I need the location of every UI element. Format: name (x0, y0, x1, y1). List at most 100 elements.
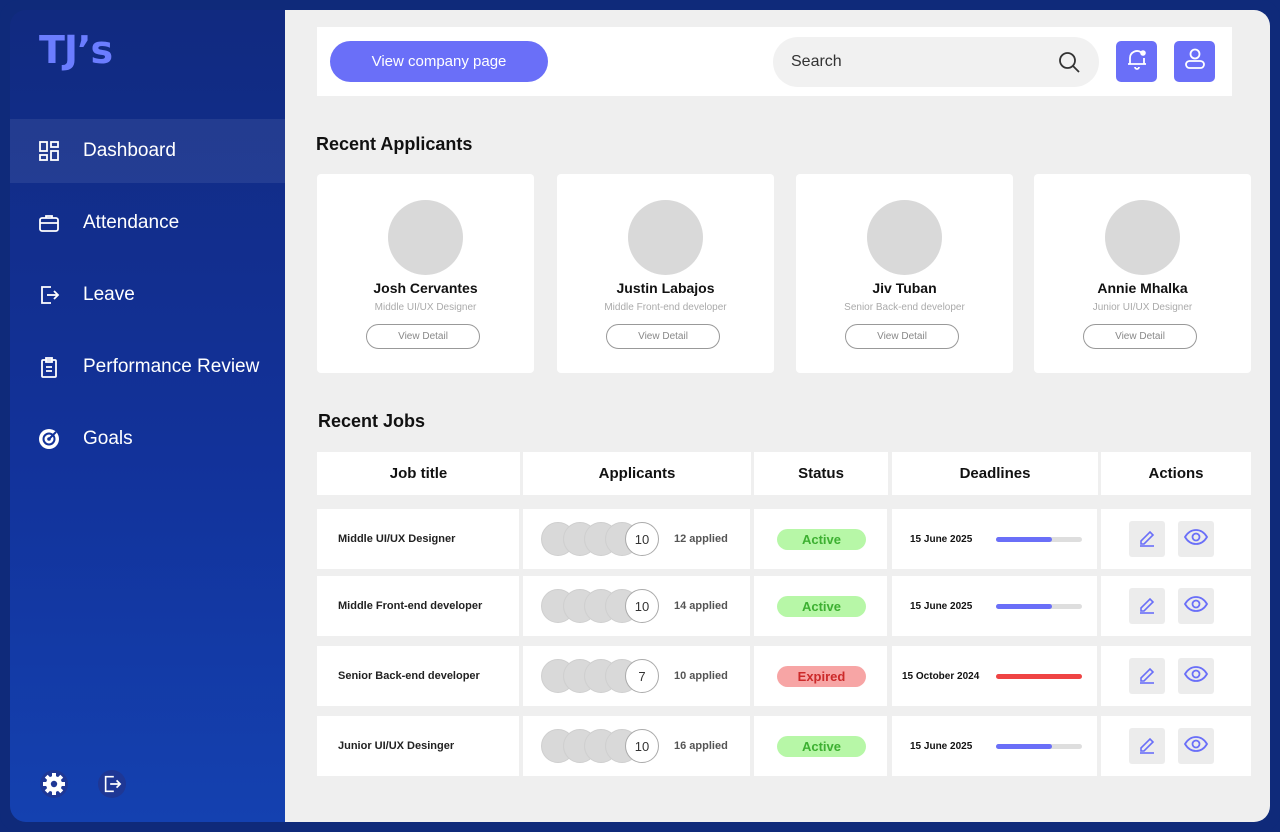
view-detail-button[interactable]: View Detail (1083, 324, 1197, 349)
search-input[interactable] (791, 50, 1041, 74)
sidebar-item-leave[interactable]: Leave (10, 263, 285, 327)
applicant-card: Annie Mhalka Junior UI/UX Designer View … (1034, 174, 1251, 373)
applicant-role: Middle Front-end developer (604, 302, 727, 313)
table-row: Junior UI/UX Desinger 10 16 applied Acti… (285, 716, 1270, 776)
deadline-progress-bar (996, 603, 1082, 609)
applicant-name: Jiv Tuban (872, 280, 937, 296)
applicant-avatars: 10 (541, 522, 661, 556)
applicant-card: Justin Labajos Middle Front-end develope… (557, 174, 774, 373)
view-detail-button[interactable]: View Detail (366, 324, 480, 349)
sidebar-item-label: Attendance (83, 212, 180, 233)
applicant-avatars: 10 (541, 729, 661, 763)
gear-icon[interactable] (40, 770, 68, 798)
status-cell: Active (754, 576, 887, 636)
status-cell: Active (754, 509, 887, 569)
search-icon[interactable] (1057, 50, 1081, 74)
target-icon (38, 428, 60, 450)
profile-button[interactable] (1174, 41, 1215, 82)
view-button[interactable] (1178, 521, 1214, 557)
applicant-count: 10 (625, 729, 659, 763)
status-badge: Active (777, 528, 866, 550)
clipboard-icon (38, 356, 60, 378)
top-bar: View company page (317, 27, 1232, 96)
applicants-cell: 7 10 applied (523, 646, 750, 706)
view-company-page-button[interactable]: View company page (330, 41, 548, 82)
applied-count: 16 applied (674, 740, 728, 752)
eye-icon (1183, 734, 1209, 759)
pencil-icon (1137, 734, 1157, 759)
bell-icon (1124, 46, 1150, 77)
deadline-date: 15 October 2024 (902, 670, 980, 682)
deadline-progress-fill (996, 673, 1082, 679)
job-title: Middle Front-end developer (338, 600, 483, 612)
sidebar-item-attendance[interactable]: Attendance (10, 191, 285, 255)
sidebar-item-performance-review[interactable]: Performance Review (10, 335, 285, 399)
sidebar-nav: Dashboard Attendance Leave Performance R… (10, 119, 285, 479)
table-row: Senior Back-end developer 7 10 applied E… (285, 646, 1270, 706)
applied-count: 12 applied (674, 533, 728, 545)
deadline-date: 15 June 2025 (910, 740, 973, 752)
dashboard-icon (38, 140, 60, 162)
applicant-role: Middle UI/UX Designer (374, 302, 477, 313)
sidebar-footer (40, 770, 126, 798)
status-badge: Active (777, 735, 866, 757)
edit-button[interactable] (1129, 658, 1165, 694)
edit-button[interactable] (1129, 521, 1165, 557)
deadline-progress-fill (996, 536, 1052, 542)
sidebar-item-label: Leave (83, 284, 135, 305)
edit-button[interactable] (1129, 588, 1165, 624)
applied-count: 14 applied (674, 600, 728, 612)
view-button[interactable] (1178, 588, 1214, 624)
job-title: Middle UI/UX Designer (338, 533, 456, 545)
view-detail-button[interactable]: View Detail (845, 324, 959, 349)
deadline-date: 15 June 2025 (910, 533, 973, 545)
applicant-card: Jiv Tuban Senior Back-end developer View… (796, 174, 1013, 373)
sidebar-item-dashboard[interactable]: Dashboard (10, 119, 285, 183)
table-row: Middle UI/UX Designer 10 12 applied Acti… (285, 509, 1270, 569)
job-title-cell: Middle Front-end developer (317, 576, 519, 636)
sidebar-item-label: Performance Review (83, 356, 260, 377)
status-cell: Active (754, 716, 887, 776)
table-row: Middle Front-end developer 10 14 applied… (285, 576, 1270, 636)
deadline-cell: 15 October 2024 (892, 646, 1097, 706)
app-frame: TJ’s Dashboard Attendance Leave Performa… (0, 0, 1280, 832)
avatar (867, 200, 942, 275)
avatar (1105, 200, 1180, 275)
status-badge: Active (777, 595, 866, 617)
notifications-button[interactable] (1116, 41, 1157, 82)
status-cell: Expired (754, 646, 887, 706)
view-detail-button[interactable]: View Detail (606, 324, 720, 349)
column-header-status: Status (754, 452, 888, 495)
logout-icon[interactable] (98, 770, 126, 798)
applicant-count: 10 (625, 589, 659, 623)
deadline-cell: 15 June 2025 (892, 509, 1097, 569)
jobs-table-header: Job title Applicants Status Deadlines Ac… (285, 452, 1270, 495)
deadline-progress-fill (996, 743, 1052, 749)
applicant-count: 7 (625, 659, 659, 693)
edit-button[interactable] (1129, 728, 1165, 764)
sidebar-item-goals[interactable]: Goals (10, 407, 285, 471)
job-title: Senior Back-end developer (338, 670, 480, 682)
applicant-cards: Josh Cervantes Middle UI/UX Designer Vie… (317, 174, 1252, 374)
sidebar-item-label: Goals (83, 428, 133, 449)
view-button[interactable] (1178, 658, 1214, 694)
applicants-cell: 10 14 applied (523, 576, 750, 636)
applicant-role: Junior UI/UX Designer (1092, 302, 1193, 313)
job-title-cell: Senior Back-end developer (317, 646, 519, 706)
applicant-avatars: 7 (541, 659, 661, 693)
eye-icon (1183, 527, 1209, 552)
deadline-cell: 15 June 2025 (892, 576, 1097, 636)
job-title-cell: Middle UI/UX Designer (317, 509, 519, 569)
applicant-name: Annie Mhalka (1097, 280, 1188, 296)
pencil-icon (1137, 664, 1157, 689)
main-content: View company page Search Recent Applican… (285, 10, 1270, 822)
briefcase-icon (38, 212, 60, 234)
deadline-progress-fill (996, 603, 1052, 609)
view-button[interactable] (1178, 728, 1214, 764)
applicants-cell: 10 16 applied (523, 716, 750, 776)
deadline-date: 15 June 2025 (910, 600, 973, 612)
column-header-deadlines: Deadlines (892, 452, 1098, 495)
sidebar-item-label: Dashboard (83, 140, 176, 161)
status-badge: Expired (777, 665, 866, 687)
applied-count: 10 applied (674, 670, 728, 682)
